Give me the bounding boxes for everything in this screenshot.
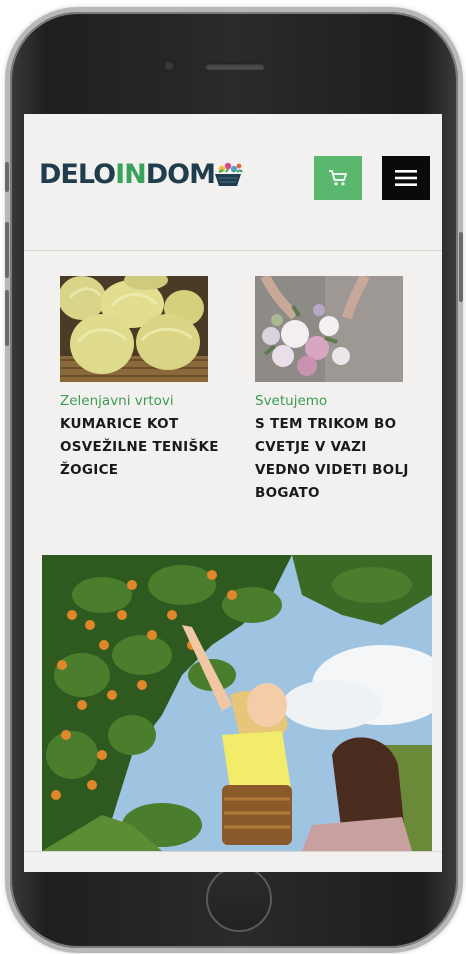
- cucumbers-image[interactable]: [60, 276, 208, 382]
- divider: [24, 851, 442, 852]
- menu-button[interactable]: [382, 156, 430, 200]
- feature-image[interactable]: [42, 555, 432, 851]
- article-card[interactable]: Zelenjavni vrtovi KUMARICE KOT OSVEŽILNE…: [60, 276, 220, 482]
- article-category[interactable]: Svetujemo: [255, 392, 415, 410]
- site-logo[interactable]: DELO IN DOM: [39, 158, 243, 190]
- flowers-image[interactable]: [255, 276, 403, 382]
- logo-text-delo: DELO: [39, 158, 116, 190]
- volume-down-button: [5, 290, 9, 346]
- mute-switch: [5, 162, 9, 192]
- article-title[interactable]: S TEM TRIKOM BO CVETJE V VAZI VEDNO VIDE…: [255, 413, 415, 505]
- hamburger-menu-icon: [395, 170, 417, 186]
- site-header: DELO IN DOM: [24, 114, 442, 251]
- article-card[interactable]: Svetujemo S TEM TRIKOM BO CVETJE V VAZI …: [255, 276, 415, 505]
- flower-basket-icon: [214, 162, 243, 186]
- earpiece-speaker: [205, 63, 265, 70]
- power-button: [459, 232, 463, 302]
- front-camera: [163, 60, 175, 72]
- shopping-cart-icon: [329, 170, 347, 186]
- phone-screen: DELO IN DOM Zelenjavni vrtovi KUMARICE K…: [24, 114, 442, 872]
- logo-text-in: IN: [115, 158, 147, 190]
- volume-up-button: [5, 222, 9, 278]
- home-button[interactable]: [206, 866, 272, 932]
- cart-button[interactable]: [314, 156, 362, 200]
- article-title[interactable]: KUMARICE KOT OSVEŽILNE TENIŠKE ŽOGICE: [60, 413, 220, 482]
- logo-text-dom: DOM: [145, 158, 216, 190]
- article-category[interactable]: Zelenjavni vrtovi: [60, 392, 220, 410]
